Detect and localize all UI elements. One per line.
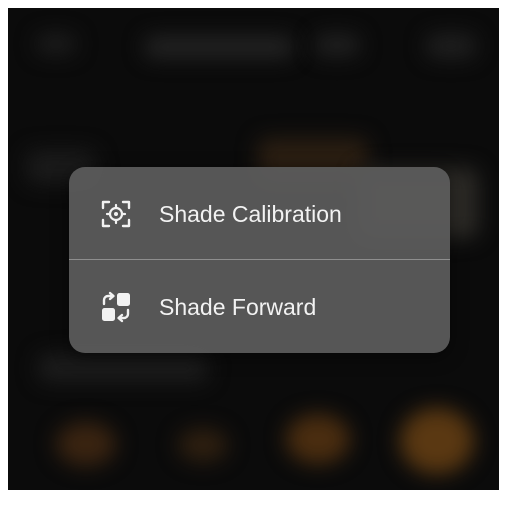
swap-forward-icon [100, 291, 132, 323]
blurred-content [38, 354, 208, 382]
blurred-shade-swatch [56, 422, 116, 466]
blurred-toolbar-title [144, 36, 294, 58]
blurred-toolbar-item [36, 34, 76, 54]
menu-item-shade-forward[interactable]: Shade Forward [69, 260, 450, 352]
menu-item-label: Shade Calibration [159, 201, 342, 227]
menu-item-label: Shade Forward [159, 294, 317, 320]
focus-target-icon [100, 198, 132, 230]
blurred-shade-swatch [178, 428, 228, 462]
blurred-toolbar-item [426, 34, 476, 58]
context-menu: Shade Calibration Shade Forward [69, 167, 450, 353]
menu-item-shade-calibration[interactable]: Shade Calibration [69, 167, 450, 259]
blurred-toolbar-item [314, 34, 360, 56]
blurred-shade-swatch [286, 414, 350, 464]
blurred-shade-swatch [400, 408, 474, 474]
